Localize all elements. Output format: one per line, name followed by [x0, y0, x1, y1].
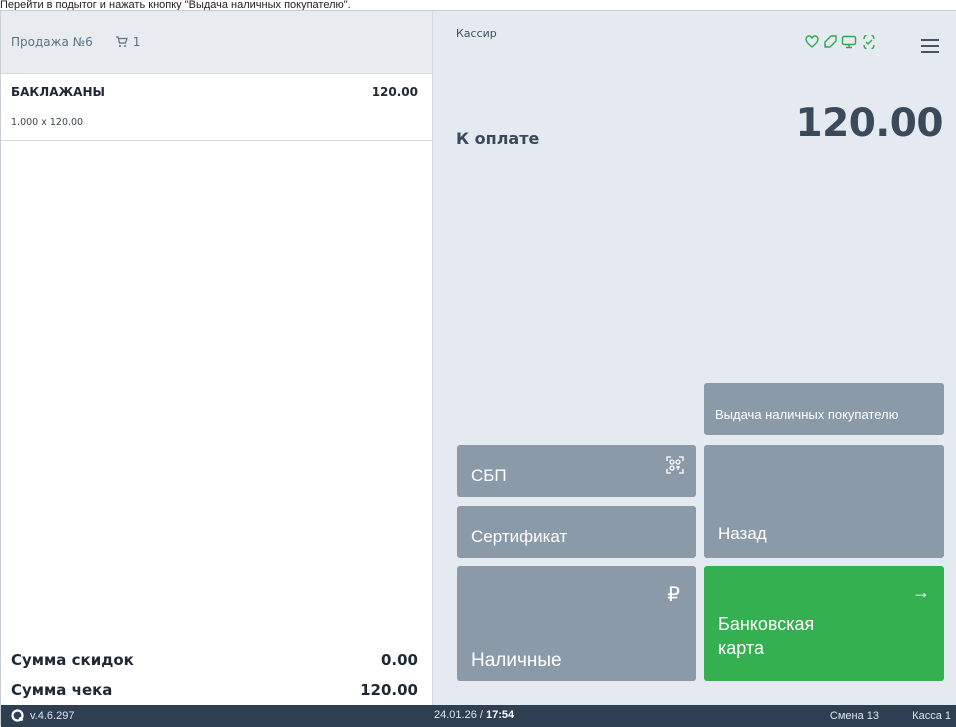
- qr-icon: [666, 456, 684, 474]
- cash-button[interactable]: ₽ Наличные: [457, 566, 696, 681]
- check-total-value: 120.00: [360, 681, 418, 699]
- check-circle-icon[interactable]: [861, 35, 877, 49]
- sbp-button[interactable]: СБП: [457, 445, 696, 497]
- item-sum: 120.00: [371, 85, 418, 99]
- sale-header: Продажа №6 1: [1, 11, 432, 74]
- time-text: 17:54: [486, 709, 515, 721]
- monitor-icon[interactable]: [841, 35, 857, 49]
- bank-card-button[interactable]: → Банковская карта: [704, 566, 944, 681]
- certificate-button[interactable]: Сертификат: [457, 506, 696, 558]
- cart-indicator[interactable]: 1: [115, 35, 141, 49]
- amount-due-label: К оплате: [456, 129, 540, 148]
- back-button[interactable]: Назад: [704, 445, 944, 558]
- cash-out-label: Выдача наличных покупателю: [715, 407, 899, 422]
- version-info: v.4.6.297: [11, 709, 74, 722]
- shift-info: Смена 13: [829, 710, 879, 722]
- version-text: v.4.6.297: [30, 709, 75, 722]
- pos-window: Продажа №6 1 БАКЛАЖАНЫ 120.00 1.000 x 12…: [0, 10, 956, 727]
- receipt-totals: Сумма скидок 0.00 Сумма чека 120.00: [11, 645, 418, 705]
- amount-due-value: 120.00: [795, 101, 944, 146]
- item-qty-price: 1.000 x 120.00: [11, 117, 84, 128]
- date-text: 24.01.26 /: [434, 709, 486, 721]
- status-bar: v.4.6.297 24.01.26 / 17:54 Смена 13 Касс…: [1, 705, 956, 727]
- sale-title: Продажа №6: [11, 35, 93, 49]
- cash-out-button[interactable]: Выдача наличных покупателю: [704, 383, 944, 435]
- sbp-label: СБП: [471, 466, 507, 485]
- back-label: Назад: [718, 524, 767, 543]
- cashier-label: Кассир: [456, 27, 497, 40]
- ruble-icon: ₽: [667, 584, 680, 606]
- date-time: 24.01.26 / 17:54: [434, 709, 514, 721]
- check-total-row: Сумма чека 120.00: [11, 675, 418, 705]
- menu-icon[interactable]: [920, 38, 940, 54]
- payment-panel: Кассир К оплате 120.00 Выдача наличных п: [433, 11, 956, 705]
- heart-icon[interactable]: [805, 35, 819, 49]
- discount-value: 0.00: [380, 651, 418, 669]
- check-total-label: Сумма чека: [11, 681, 113, 699]
- tag-icon[interactable]: [823, 35, 837, 49]
- bank-card-label-line2: карта: [718, 638, 764, 658]
- status-icons: [805, 35, 877, 49]
- line-item[interactable]: БАКЛАЖАНЫ 120.00 1.000 x 120.00: [1, 74, 432, 141]
- arrow-right-icon: →: [912, 582, 930, 602]
- register-info: Касса 1: [912, 710, 951, 722]
- instruction-caption: Перейти в подытог и нажать кнопку "Выдач…: [0, 0, 351, 10]
- discount-row: Сумма скидок 0.00: [11, 645, 418, 675]
- item-name: БАКЛАЖАНЫ: [11, 85, 105, 99]
- certificate-label: Сертификат: [471, 527, 568, 546]
- bank-card-label-line1: Банковская: [718, 614, 815, 634]
- cart-icon: [115, 36, 128, 47]
- discount-label: Сумма скидок: [11, 651, 134, 669]
- cash-label: Наличные: [471, 650, 562, 671]
- cart-count: 1: [132, 35, 141, 49]
- logo-icon: [11, 709, 24, 722]
- bank-card-label: Банковская карта: [718, 612, 814, 660]
- receipt-panel: Продажа №6 1 БАКЛАЖАНЫ 120.00 1.000 x 12…: [1, 11, 433, 705]
